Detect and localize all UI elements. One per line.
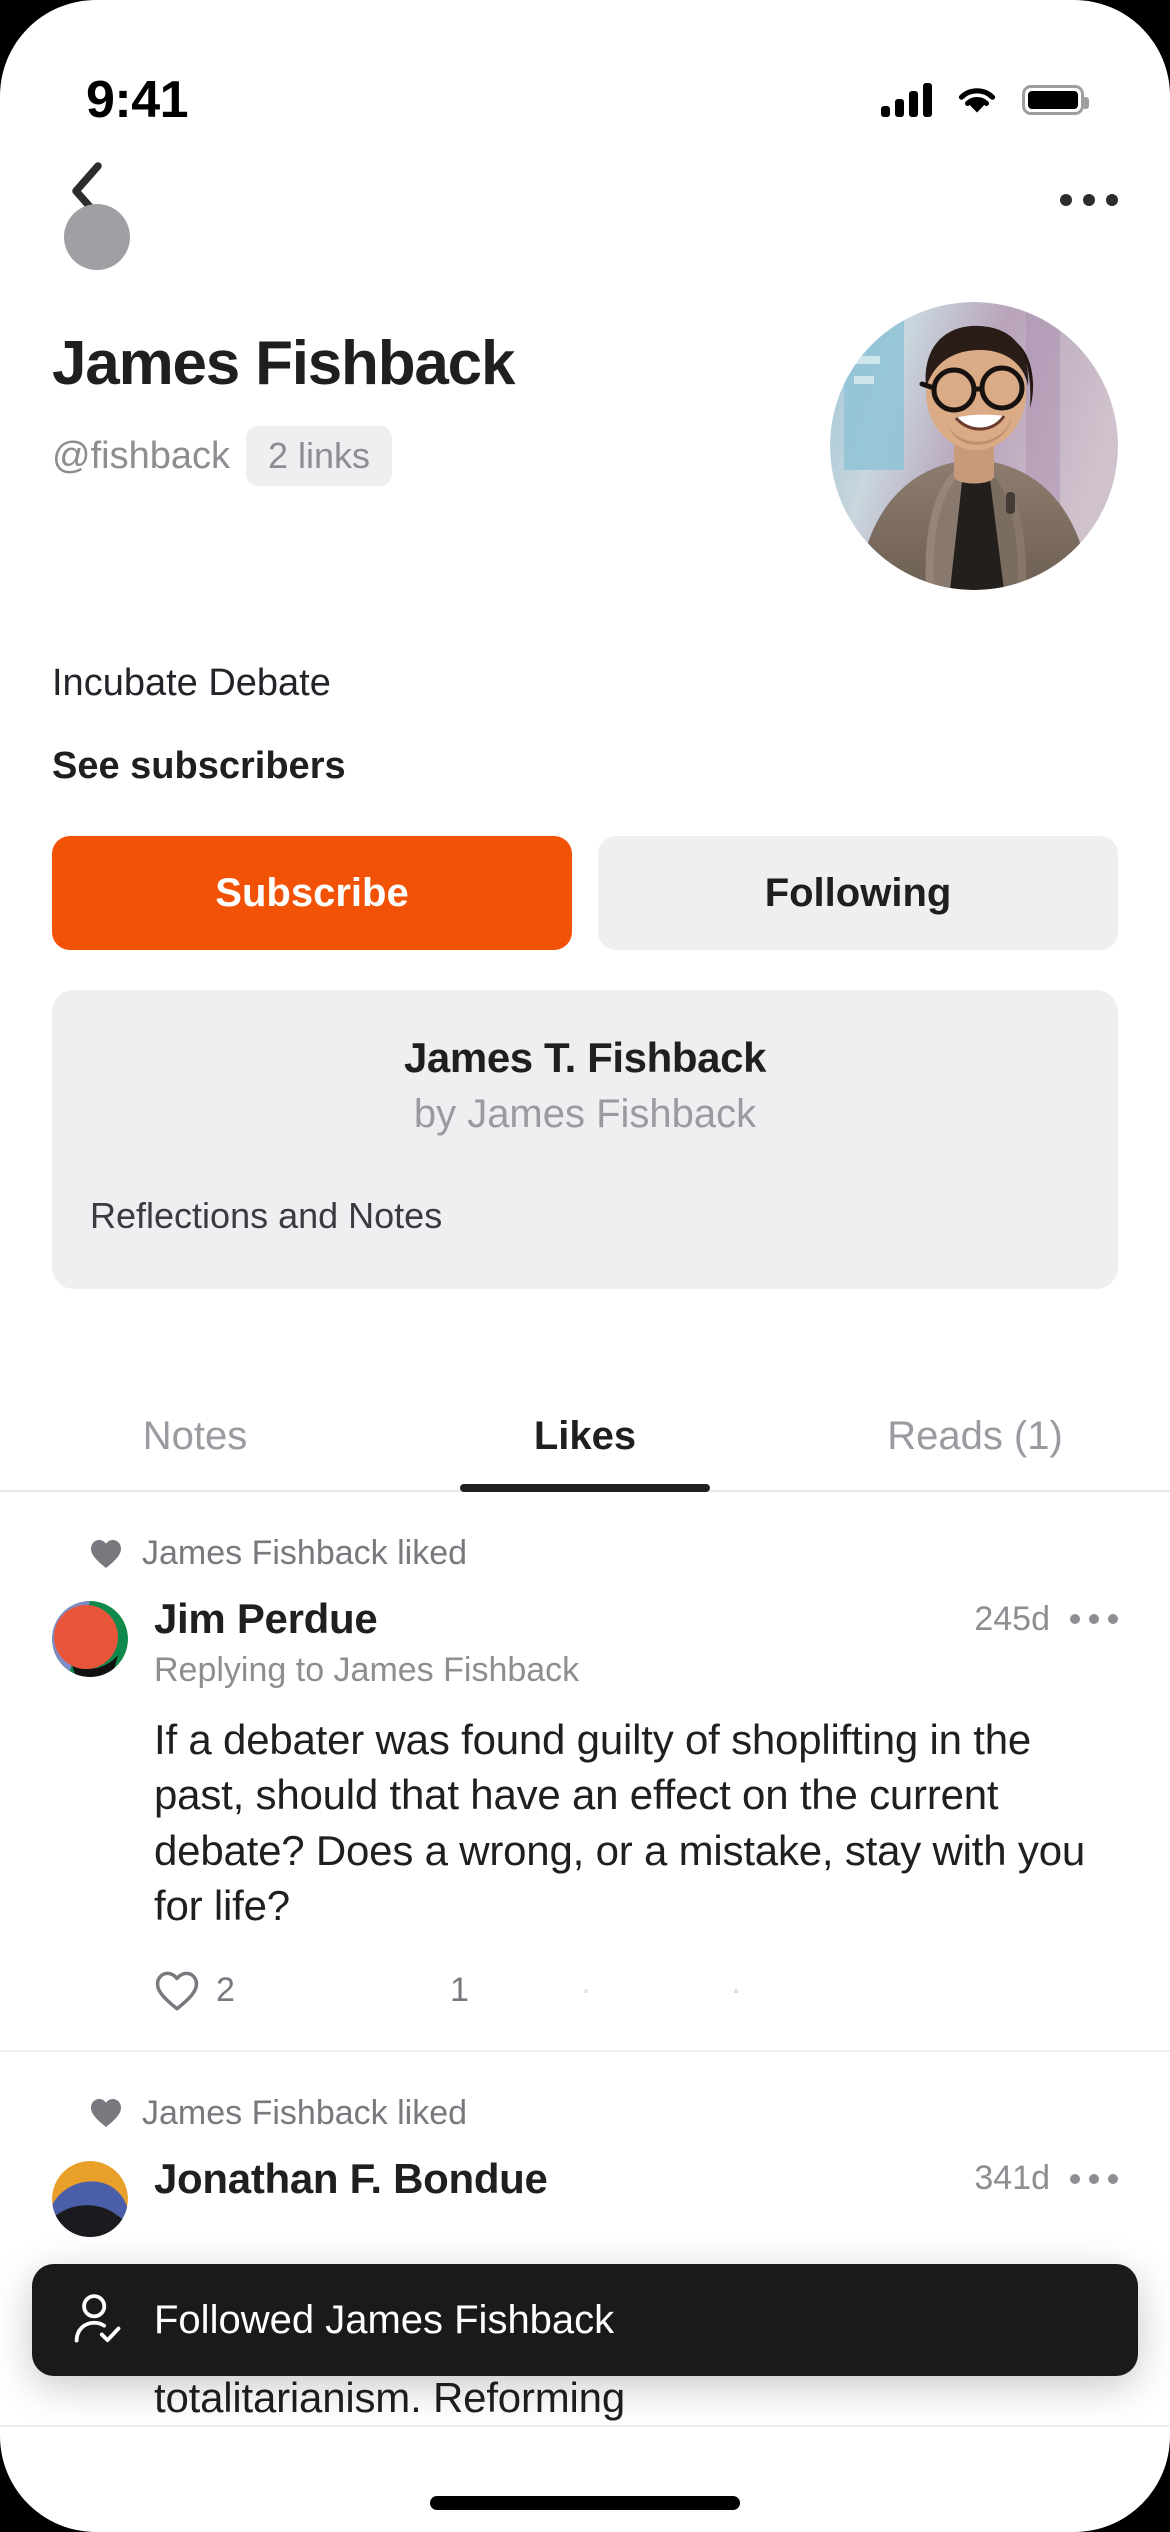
- more-options-icon[interactable]: [1060, 160, 1118, 206]
- restack-button[interactable]: [454, 1969, 604, 2013]
- avatar-image: [52, 1601, 128, 1677]
- post-more-options-icon[interactable]: [1070, 2173, 1118, 2184]
- list-item[interactable]: James Fishback liked Jim Perdue 245d Rep…: [0, 1492, 1170, 2052]
- post-replying-to: Replying to James Fishback: [154, 1651, 580, 1689]
- heart-outline-icon: [155, 1971, 199, 2011]
- publication-card[interactable]: James T. Fishback by James Fishback Refl…: [52, 990, 1118, 1289]
- following-button[interactable]: Following: [598, 836, 1118, 950]
- heart-filled-icon: [91, 2099, 121, 2128]
- nav-bar: [0, 160, 1170, 270]
- post-more-options-icon[interactable]: [1070, 1614, 1118, 1624]
- status-time: 9:41: [86, 71, 189, 129]
- back-button[interactable]: [52, 160, 144, 270]
- battery-icon: [1022, 85, 1089, 115]
- post-body: If a debater was found guilty of shoplif…: [154, 1716, 1086, 1930]
- comment-button[interactable]: 1: [304, 1969, 469, 2013]
- post-author-name[interactable]: Jonathan F. Bondue: [154, 2155, 548, 2203]
- post-author-name[interactable]: Jim Perdue: [154, 1595, 378, 1643]
- profile-section: James Fishback @fishback 2 links Incubat…: [0, 302, 1170, 1289]
- wifi-icon: [958, 88, 996, 113]
- publication-subtitle: Reflections and Notes: [90, 1195, 443, 1236]
- person-check-icon: [74, 2294, 121, 2343]
- profile-links-badge[interactable]: 2 links: [245, 426, 393, 487]
- restack-icon: [584, 1989, 588, 1993]
- profile-bio: Incubate Debate: [52, 662, 331, 704]
- profile-tabs: Notes Likes Reads (1): [0, 1382, 1170, 1492]
- feed-list[interactable]: James Fishback liked Jim Perdue 245d Rep…: [0, 1492, 1170, 2532]
- share-icon: [734, 1988, 738, 1993]
- liked-banner: James Fishback liked: [52, 2094, 1118, 2133]
- tab-likes[interactable]: Likes: [390, 1382, 780, 1492]
- avatar[interactable]: [830, 302, 1118, 590]
- liked-by-text: James Fishback liked: [142, 1534, 468, 1572]
- profile-action-buttons: Subscribe Following: [52, 836, 1118, 950]
- post-timestamp: 341d: [974, 2159, 1050, 2198]
- see-subscribers-link[interactable]: See subscribers: [52, 745, 1118, 788]
- post-header: Jim Perdue 245d Replying to James Fishba…: [52, 1595, 1118, 1690]
- nav-mini-avatar[interactable]: [64, 204, 130, 270]
- page-title: James Fishback: [52, 329, 515, 398]
- liked-banner: James Fishback liked: [52, 1534, 1118, 1573]
- tab-notes[interactable]: Notes: [0, 1382, 390, 1490]
- post-action-bar: 2 1: [154, 1968, 1118, 2050]
- toast-message: Followed James Fishback: [154, 2297, 615, 2342]
- heart-filled-icon: [91, 1539, 121, 1568]
- liked-by-text: James Fishback liked: [142, 2093, 468, 2132]
- publication-title: James T. Fishback: [403, 1034, 767, 1081]
- home-indicator[interactable]: [430, 2496, 740, 2510]
- profile-handle: @fishback: [52, 434, 230, 477]
- post-header: Jonathan F. Bondue 341d: [52, 2155, 1118, 2237]
- avatar[interactable]: [52, 1601, 128, 1677]
- status-bar: 9:41: [0, 0, 1170, 152]
- status-indicators: [881, 83, 1089, 117]
- toast-notification[interactable]: Followed James Fishback: [32, 2264, 1138, 2376]
- like-button[interactable]: 2: [154, 1970, 304, 2012]
- cellular-signal-icon: [881, 83, 932, 117]
- like-count: 2: [216, 1971, 235, 2010]
- phone-screen: 9:41 James Fishback @fishback 2 links In…: [0, 0, 1170, 2532]
- publication-byline: by James Fishback: [413, 1092, 757, 1136]
- avatar-image: [52, 2160, 128, 2237]
- share-button[interactable]: [604, 1968, 754, 2014]
- tab-reads[interactable]: Reads (1): [780, 1382, 1170, 1490]
- avatar[interactable]: [52, 2160, 128, 2237]
- post-timestamp: 245d: [974, 1599, 1050, 1638]
- profile-identity: James Fishback @fishback 2 links: [52, 329, 515, 487]
- avatar-image: [830, 302, 1118, 590]
- subscribe-button[interactable]: Subscribe: [52, 836, 572, 950]
